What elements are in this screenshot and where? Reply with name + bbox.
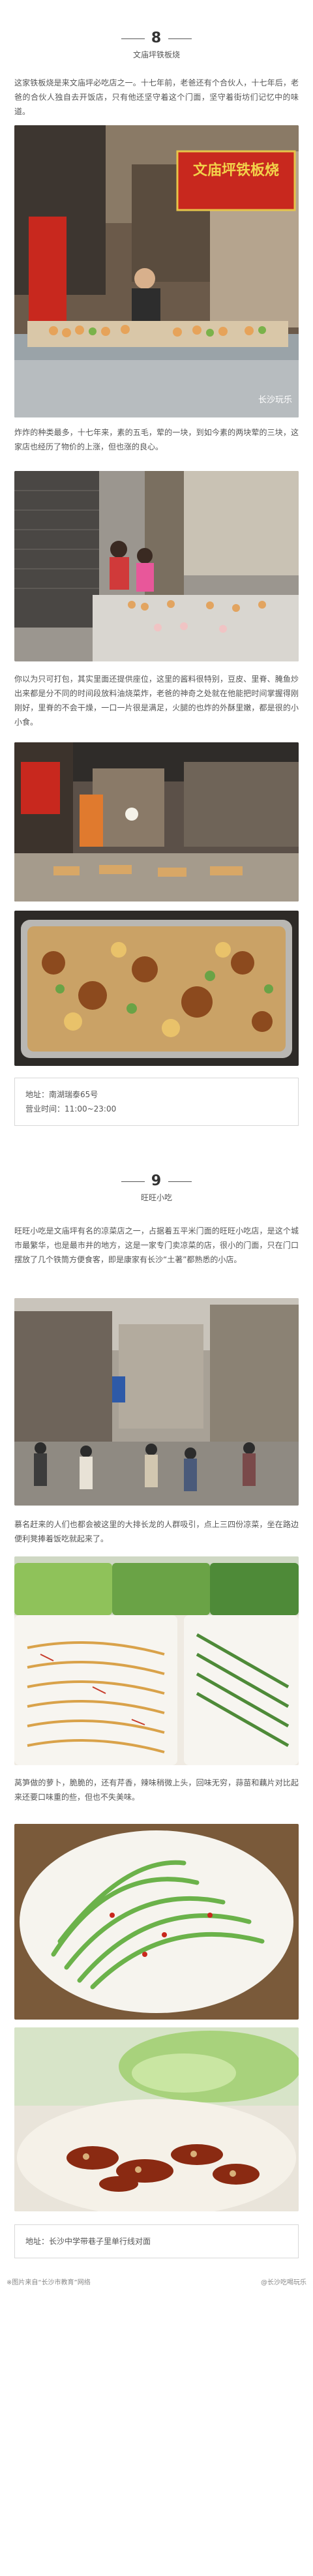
section-8-hours-line: 营业时间：11:00~23:00 [25,1104,117,1114]
section-9-address: 长沙中学带巷子里单行线对面 [49,2237,151,2246]
photo-cold-dishes [14,1556,299,1765]
watermark: 长沙玩乐 [258,395,292,405]
photo-street-stalls [14,742,299,902]
sign-text-line1: 文庙坪铁板烧 [193,162,279,179]
section-8-address: 南湖瑞泰65号 [49,1090,98,1099]
photo-stall-front: 文庙坪铁板烧 长沙玩乐 [14,125,299,417]
section-8-paragraph-3: 你以为只可打包，其实里面还提供座位，这里的酱料很特别，豆皮、里脊、腌鱼炒出来都是… [14,674,299,727]
section-9-address-line: 地址：长沙中学带巷子里单行线对面 [25,2237,151,2246]
footer: ※图片来自“长沙市教育”网络 @长沙吃喝玩乐 [7,2277,306,2287]
section-9-paragraph-2: 慕名赶来的人们也都会被这里的大排长龙的人群吸引，点上三四份凉菜，坐在路边便利凳捧… [14,1520,299,1543]
photo-lettuce-dish [14,1824,299,2020]
section-8-paragraph-2: 炸炸的种类最多，十七年来，素的五毛，荤的一块，到如今素的两块荤的三块，这家店也经… [14,428,299,451]
section-8-paragraph-1: 这家铁板烧是来文庙坪必吃店之一。十七年前，老爸还有个合伙人，十七年后，老爸的合伙… [14,78,299,116]
photo-kids-at-stall [14,471,299,661]
section-9-header: 9 旺旺小吃 [0,1173,313,1203]
section-8-header: 8 文庙坪铁板烧 [0,30,313,60]
section-9-paragraph-3: 莴笋做的萝卜，脆脆的，还有芹香，辣味稍微上头，回味无穷，蒜苗和藕片对比起来还要口… [14,1778,299,1802]
photo-street-crowd [14,1298,299,1506]
section-8-number: 8 [0,30,313,46]
section-9-info-box: 地址：长沙中学带巷子里单行线对面 [14,2224,299,2258]
section-9-paragraph-1: 旺旺小吃是文庙坪有名的凉菜店之一，占据着五平米门面的旺旺小吃店，是这个城市最繁华… [14,1226,299,1264]
photo-food-tray [14,911,299,1066]
section-8-info-box: 地址：南湖瑞泰65号 营业时间：11:00~23:00 [14,1078,299,1126]
section-8-hours: 11:00~23:00 [65,1104,117,1114]
photo-lotus-root-dish [14,2027,299,2211]
footer-credit: ※图片来自“长沙市教育”网络 [7,2279,91,2286]
section-9-title: 旺旺小吃 [140,1193,172,1202]
section-8-title: 文庙坪铁板烧 [132,50,180,59]
footer-watermark: @长沙吃喝玩乐 [261,2279,306,2286]
section-9-number: 9 [0,1173,313,1189]
section-8-address-line: 地址：南湖瑞泰65号 [25,1090,98,1099]
